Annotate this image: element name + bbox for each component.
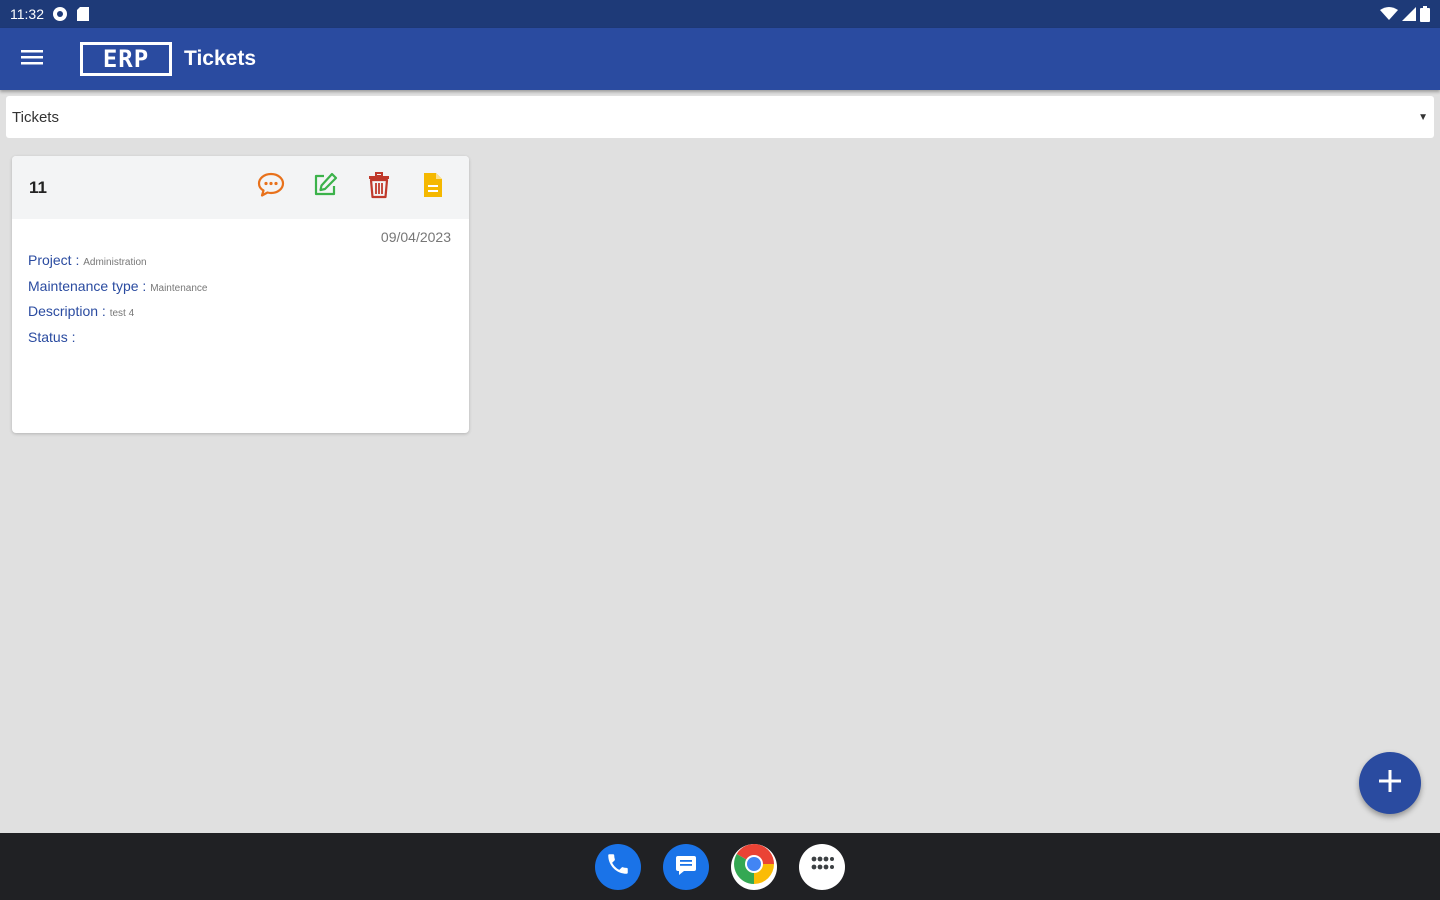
- chrome-icon: [731, 841, 777, 892]
- messages-app-button[interactable]: [663, 843, 709, 890]
- app-bar: ERP Tickets: [0, 28, 1440, 90]
- selector-value: Tickets: [12, 108, 59, 126]
- add-ticket-button[interactable]: [1359, 752, 1421, 814]
- document-icon: [422, 171, 444, 204]
- phone-icon: [605, 851, 631, 882]
- plus-icon: [1377, 768, 1403, 799]
- sd-card-icon: [76, 6, 90, 22]
- field-label: Description :: [28, 303, 106, 319]
- field-description: Description : test 4: [28, 300, 453, 326]
- delete-button[interactable]: [361, 170, 397, 206]
- app-logo: ERP: [80, 42, 172, 76]
- battery-icon: [1420, 6, 1430, 22]
- ticket-card[interactable]: 11 09/04/2023 Project: Administration M…: [12, 156, 469, 433]
- page-title: Tickets: [184, 47, 256, 70]
- cellular-signal-icon: [1402, 7, 1416, 21]
- ticket-actions: [253, 170, 469, 206]
- chat-icon: [257, 172, 285, 203]
- field-project: Project : Administration: [28, 249, 453, 275]
- edit-button[interactable]: [307, 170, 343, 206]
- document-button[interactable]: [415, 170, 451, 206]
- phone-app-button[interactable]: [595, 843, 641, 890]
- ticket-type-selector[interactable]: Tickets ▼: [6, 96, 1434, 138]
- field-label: Status :: [28, 328, 76, 345]
- ticket-id: 11: [29, 177, 47, 197]
- comment-button[interactable]: [253, 170, 289, 206]
- wifi-icon: [1380, 7, 1398, 21]
- field-label: Project :: [28, 252, 80, 268]
- ticket-fields: Project : Administration Maintenance typ…: [12, 245, 469, 355]
- apps-grid-icon: [810, 855, 834, 878]
- status-time: 11:32: [10, 6, 44, 22]
- field-label: Maintenance type :: [28, 277, 147, 294]
- edit-icon: [311, 171, 339, 204]
- field-value: test 4: [109, 308, 135, 319]
- field-maintenance-type: Maintenance type : Maintenance: [28, 275, 453, 301]
- field-status: Status :: [28, 326, 453, 352]
- chrome-app-button[interactable]: [731, 841, 777, 892]
- dropdown-arrow-icon: ▼: [1418, 111, 1428, 123]
- trash-icon: [367, 171, 391, 204]
- logo-text: ERP: [83, 45, 169, 73]
- hamburger-menu-icon: [21, 49, 43, 70]
- settings-status-icon: [52, 6, 68, 22]
- field-value: Maintenance: [150, 282, 208, 294]
- field-value: Administration: [83, 257, 147, 268]
- system-dock: [0, 833, 1440, 900]
- app-drawer-button[interactable]: [799, 843, 845, 890]
- ticket-card-header: 11: [12, 156, 469, 219]
- ticket-date: 09/04/2023: [380, 229, 451, 245]
- status-bar: 11:32: [0, 0, 1440, 28]
- messages-icon: [673, 851, 699, 882]
- menu-button[interactable]: [0, 28, 64, 90]
